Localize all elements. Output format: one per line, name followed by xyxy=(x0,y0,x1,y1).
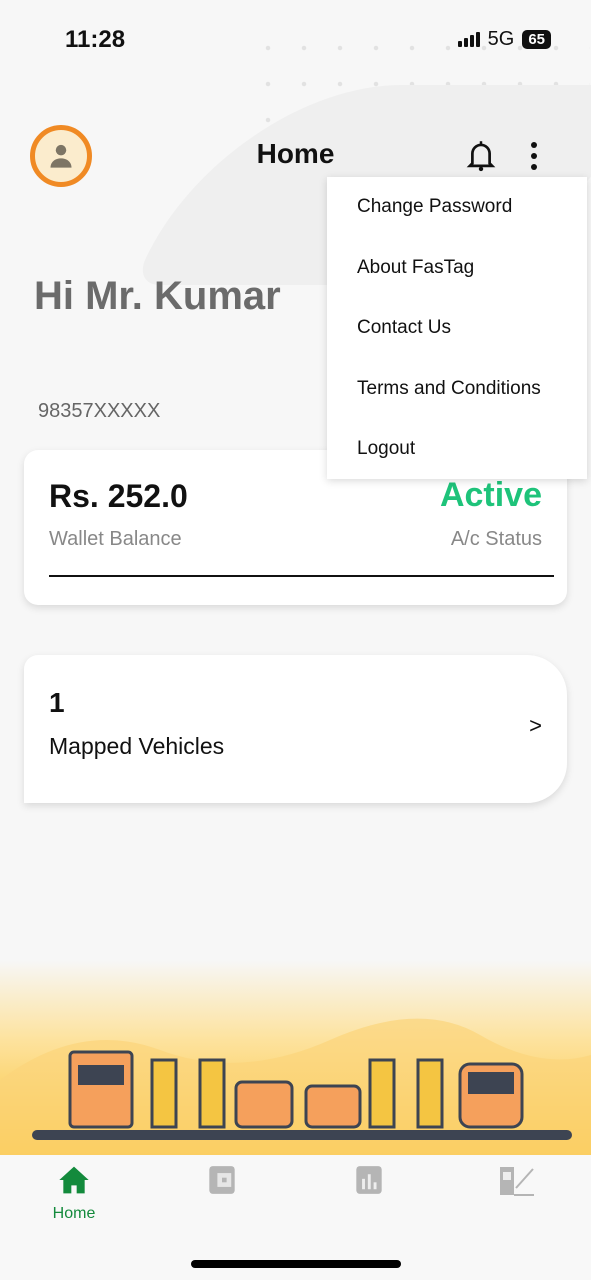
greeting: Hi Mr. Kumar xyxy=(34,274,281,318)
wallet-balance: Rs. 252.0 xyxy=(49,478,188,514)
toll-illustration xyxy=(0,960,591,1155)
signal-icon xyxy=(457,32,480,47)
page-title: Home xyxy=(256,138,335,169)
menu-item-contact-us[interactable]: Contact Us xyxy=(327,298,587,359)
account-status: Active xyxy=(439,476,542,514)
home-indicator xyxy=(191,1260,401,1268)
status-time: 11:28 xyxy=(65,26,126,53)
vehicle-label: Mapped Vehicles xyxy=(49,733,225,759)
nav-toll[interactable] xyxy=(467,1165,567,1197)
divider xyxy=(49,575,554,577)
toll-booth-icon xyxy=(500,1167,534,1196)
wallet-balance-label: Wallet Balance xyxy=(49,528,182,550)
wallet-icon xyxy=(209,1166,235,1194)
menu-item-logout[interactable]: Logout xyxy=(327,419,587,480)
overflow-menu: Change Password About FasTag Contact Us … xyxy=(327,177,587,479)
nav-home-label: Home xyxy=(52,1205,96,1222)
vehicle-count: 1 xyxy=(49,687,65,718)
network-label: 5G xyxy=(487,28,515,50)
more-vertical-icon[interactable] xyxy=(524,142,544,170)
account-status-label: A/c Status xyxy=(450,528,542,550)
phone-number: 98357XXXXX xyxy=(38,400,161,422)
chevron-right-icon[interactable]: > xyxy=(529,713,542,739)
mapped-vehicles-card[interactable]: 1 Mapped Vehicles > xyxy=(24,655,567,803)
menu-item-terms[interactable]: Terms and Conditions xyxy=(327,359,587,420)
nav-home[interactable]: Home xyxy=(24,1165,124,1223)
status-indicators: 5G 65 xyxy=(457,28,551,51)
bar-chart-icon xyxy=(356,1166,382,1194)
battery-icon: 65 xyxy=(522,30,551,49)
bell-icon[interactable] xyxy=(466,140,496,172)
menu-item-change-password[interactable]: Change Password xyxy=(327,177,587,238)
nav-reports[interactable] xyxy=(319,1165,419,1195)
nav-wallet[interactable] xyxy=(172,1165,272,1195)
home-icon xyxy=(59,1166,89,1194)
menu-item-about-fastag[interactable]: About FasTag xyxy=(327,238,587,299)
